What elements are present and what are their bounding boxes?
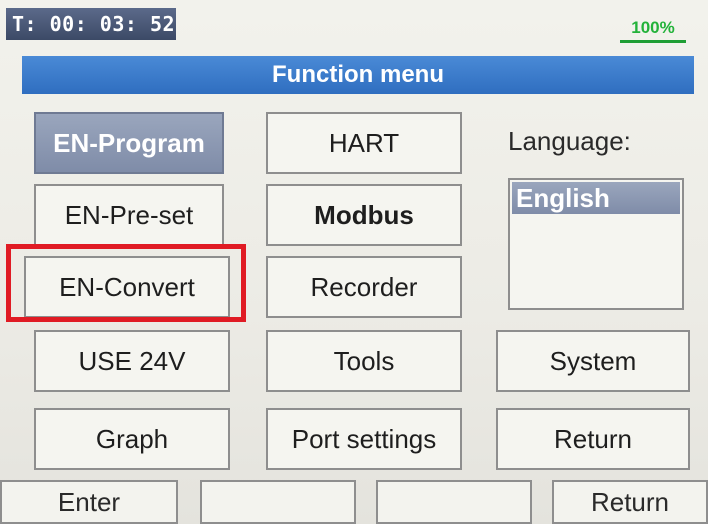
modbus-button[interactable]: Modbus (266, 184, 462, 246)
en-program-button[interactable]: EN-Program (34, 112, 224, 174)
port-settings-button[interactable]: Port settings (266, 408, 462, 470)
language-list[interactable]: English (508, 178, 684, 310)
use-24v-button[interactable]: USE 24V (34, 330, 230, 392)
softkey-2[interactable] (200, 480, 356, 524)
softkey-enter[interactable]: Enter (0, 480, 178, 524)
language-label: Language: (508, 126, 631, 156)
language-option-english[interactable]: English (512, 182, 680, 214)
softkey-3[interactable] (376, 480, 532, 524)
en-preset-button[interactable]: EN-Pre-set (34, 184, 224, 246)
softkey-bar: Enter Return (0, 480, 708, 524)
graph-button[interactable]: Graph (34, 408, 230, 470)
hart-button[interactable]: HART (266, 112, 462, 174)
page-title: Function menu (22, 56, 694, 94)
softkey-return[interactable]: Return (552, 480, 708, 524)
recorder-button[interactable]: Recorder (266, 256, 462, 318)
device-screen: T: 00: 03: 52 100% Function menu EN-Prog… (0, 0, 708, 524)
return-button[interactable]: Return (496, 408, 690, 470)
highlight-box (6, 244, 246, 322)
battery-indicator: 100% (620, 18, 686, 43)
system-button[interactable]: System (496, 330, 690, 392)
elapsed-timer: T: 00: 03: 52 (6, 8, 176, 40)
tools-button[interactable]: Tools (266, 330, 462, 392)
